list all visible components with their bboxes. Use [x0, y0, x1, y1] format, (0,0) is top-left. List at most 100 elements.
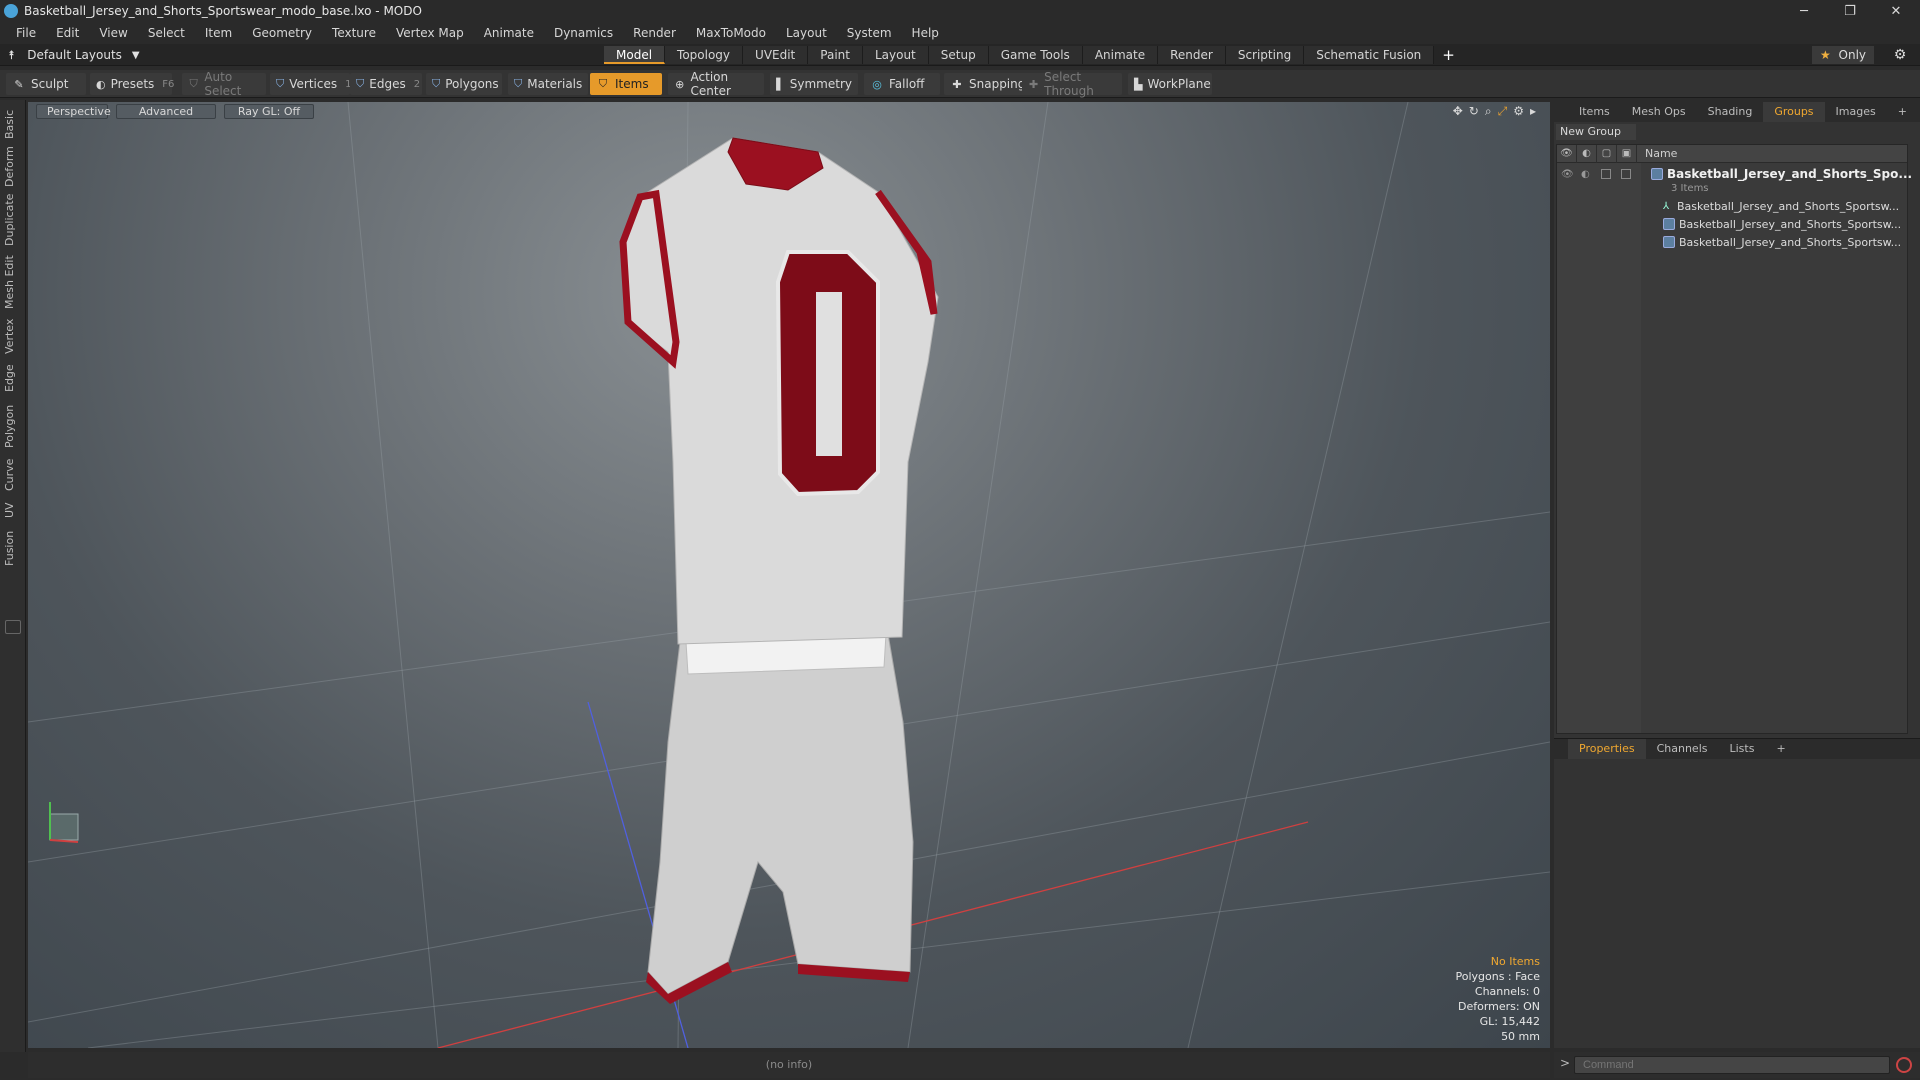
tab-game-tools[interactable]: Game Tools	[988, 46, 1083, 64]
tab-lists[interactable]: Lists	[1719, 739, 1766, 759]
group-visibility-toggle[interactable]: 👁	[1561, 169, 1574, 180]
vtab-duplicate[interactable]: Duplicate	[3, 192, 23, 248]
menu-maxtomodo[interactable]: MaxToModo	[686, 22, 776, 44]
command-input[interactable]	[1574, 1056, 1890, 1074]
group-render-toggle[interactable]: ◐	[1581, 169, 1590, 180]
menu-geometry[interactable]: Geometry	[242, 22, 322, 44]
tab-images[interactable]: Images	[1825, 102, 1887, 122]
group-select-toggle[interactable]	[1621, 169, 1631, 179]
add-properties-tab-button[interactable]: +	[1765, 739, 1796, 759]
tab-model[interactable]: Model	[604, 46, 666, 64]
render-col-icon[interactable]: ◐	[1577, 144, 1597, 163]
lock-col-icon[interactable]: ▢	[1597, 144, 1617, 163]
snapping-button[interactable]: ✚ Snapping	[944, 73, 1032, 95]
vtab-deform[interactable]: Deform	[3, 146, 23, 188]
materials-button[interactable]: ⛉ Materials	[508, 73, 588, 95]
vertices-button[interactable]: ⛉ Vertices 1	[270, 73, 352, 95]
collapse-icon: ⯭	[8, 47, 16, 62]
child-name-2: Basketball_Jersey_and_Shorts_Sportsw...	[1679, 217, 1902, 231]
menu-animate[interactable]: Animate	[474, 22, 544, 44]
select-through-button[interactable]: ✚ Select Through	[1022, 70, 1122, 98]
raygl-button[interactable]: Ray GL: Off	[224, 104, 314, 119]
tab-shading[interactable]: Shading	[1697, 102, 1764, 122]
items-button[interactable]: ⛉ Items	[590, 73, 662, 95]
select-col-icon[interactable]: ▣	[1617, 144, 1637, 163]
edges-count: 2	[413, 78, 421, 90]
mesh-icon	[1663, 218, 1675, 230]
menu-item[interactable]: Item	[195, 22, 242, 44]
visibility-col-icon[interactable]: 👁	[1557, 144, 1577, 163]
polygons-button[interactable]: ⛉ Polygons	[426, 73, 502, 95]
auto-select-button[interactable]: ⛉ Auto Select	[182, 70, 266, 98]
presets-button[interactable]: ◐ Presets F6	[90, 73, 174, 95]
menu-edit[interactable]: Edit	[46, 22, 89, 44]
vtab-curve[interactable]: Curve	[3, 456, 23, 494]
add-tab-button[interactable]: +	[1434, 46, 1463, 64]
falloff-button[interactable]: ◎ Falloff	[864, 73, 940, 95]
edges-button[interactable]: ⛉ Edges 2	[350, 73, 422, 95]
vtab-vertex[interactable]: Vertex	[3, 316, 23, 356]
name-column-header[interactable]: Name	[1637, 147, 1677, 160]
layout-selector[interactable]: ⯭ Default Layouts ▼	[8, 44, 140, 66]
list-item[interactable]: Basketball_Jersey_and_Shorts_Sportsw...	[1641, 233, 1901, 251]
gear-icon[interactable]: ⚙	[1890, 46, 1910, 64]
tab-channels[interactable]: Channels	[1646, 739, 1719, 759]
vtab-basic[interactable]: Basic	[3, 106, 23, 142]
maximize-button[interactable]: ❐	[1828, 0, 1872, 22]
shield-icon: ⛉	[189, 77, 198, 90]
list-item[interactable]: ⅄ Basketball_Jersey_and_Shorts_Sportsw..…	[1641, 197, 1899, 215]
vtab-edge[interactable]: Edge	[3, 360, 23, 396]
tab-groups[interactable]: Groups	[1763, 102, 1825, 122]
menu-system[interactable]: System	[837, 22, 902, 44]
menu-view[interactable]: View	[89, 22, 137, 44]
action-center-button[interactable]: ⊕ Action Center	[668, 70, 764, 98]
rotate-icon[interactable]: ↻	[1469, 104, 1479, 119]
vtab-polygon[interactable]: Polygon	[3, 400, 23, 452]
vtab-uv[interactable]: UV	[3, 498, 23, 522]
perspective-button[interactable]: Perspective	[36, 104, 111, 119]
tab-layout[interactable]: Layout	[862, 46, 929, 64]
polygons-label: Polygons	[445, 77, 499, 91]
advanced-button[interactable]: Advanced	[116, 104, 216, 119]
tab-properties[interactable]: Properties	[1568, 739, 1646, 759]
symmetry-button[interactable]: ▌ Symmetry	[770, 73, 858, 95]
3d-viewport[interactable]: Perspective Advanced Ray GL: Off ✥ ↻ ⌕ ⤢…	[28, 102, 1550, 1048]
menu-file[interactable]: File	[6, 22, 46, 44]
menu-vertex-map[interactable]: Vertex Map	[386, 22, 474, 44]
menu-layout[interactable]: Layout	[776, 22, 837, 44]
pan-icon[interactable]: ✥	[1453, 104, 1463, 119]
menu-dynamics[interactable]: Dynamics	[544, 22, 623, 44]
vtab-mesh-edit[interactable]: Mesh Edit	[3, 252, 23, 312]
tab-paint[interactable]: Paint	[808, 46, 863, 64]
tab-mesh-ops[interactable]: Mesh Ops	[1621, 102, 1697, 122]
only-button[interactable]: ★ Only	[1812, 46, 1874, 64]
tab-animate[interactable]: Animate	[1082, 46, 1159, 64]
menu-render[interactable]: Render	[623, 22, 686, 44]
tab-uvedit[interactable]: UVEdit	[743, 46, 809, 64]
minimize-button[interactable]: ─	[1782, 0, 1826, 22]
sculpt-button[interactable]: ✎ Sculpt	[6, 73, 86, 95]
menu-help[interactable]: Help	[902, 22, 949, 44]
tab-items[interactable]: Items	[1568, 102, 1621, 122]
add-panel-tab-button[interactable]: +	[1887, 102, 1918, 122]
palette-toggle-icon[interactable]	[5, 620, 21, 634]
close-button[interactable]: ✕	[1874, 0, 1918, 22]
tab-render[interactable]: Render	[1158, 46, 1226, 64]
viewport-menu-arrow-icon[interactable]: ▸	[1530, 104, 1536, 119]
auto-select-label: Auto Select	[204, 70, 242, 98]
zoom-icon[interactable]: ⌕	[1485, 104, 1492, 119]
tab-scripting[interactable]: Scripting	[1225, 46, 1305, 64]
tab-setup[interactable]: Setup	[928, 46, 989, 64]
vtab-fusion[interactable]: Fusion	[3, 526, 23, 570]
menu-select[interactable]: Select	[138, 22, 195, 44]
viewport-gear-icon[interactable]: ⚙	[1513, 104, 1524, 119]
tab-schematic-fusion[interactable]: Schematic Fusion	[1304, 46, 1435, 64]
group-lock-toggle[interactable]	[1601, 169, 1611, 179]
tab-topology[interactable]: Topology	[665, 46, 744, 64]
record-icon[interactable]	[1896, 1057, 1912, 1073]
new-group-button[interactable]: New Group	[1556, 124, 1636, 140]
menu-texture[interactable]: Texture	[322, 22, 386, 44]
list-item[interactable]: Basketball_Jersey_and_Shorts_Sportsw...	[1641, 215, 1901, 233]
fit-icon[interactable]: ⤢	[1498, 104, 1508, 119]
workplane-button[interactable]: ▙ WorkPlane	[1128, 73, 1212, 95]
